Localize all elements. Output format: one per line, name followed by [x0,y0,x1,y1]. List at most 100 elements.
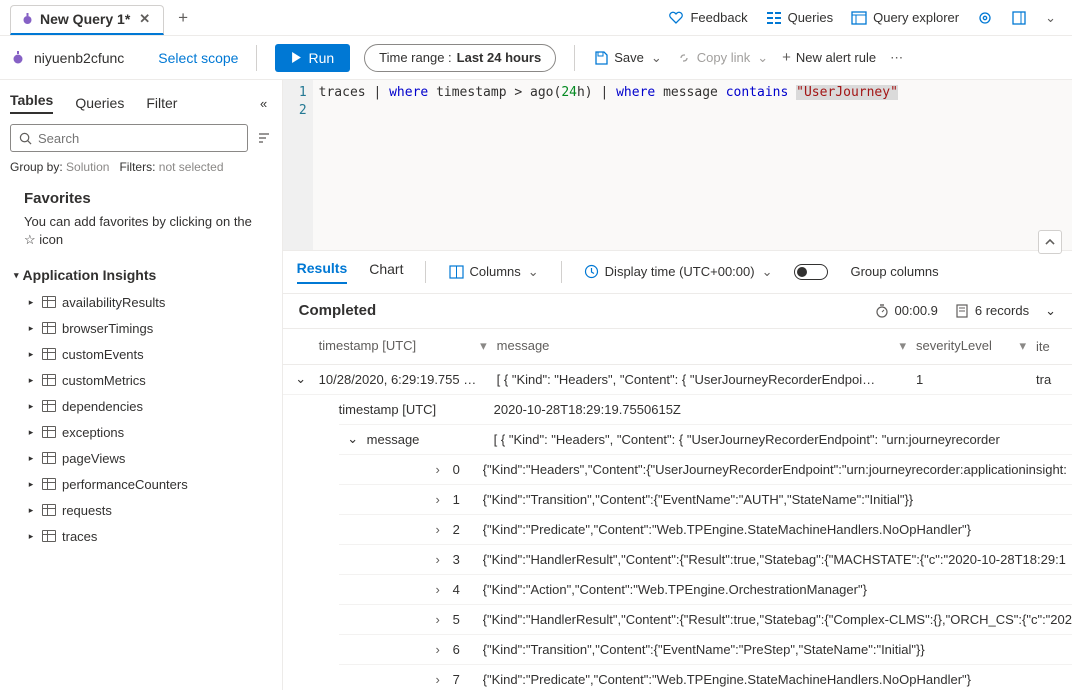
caret-right-icon: ▸ [26,375,36,386]
caret-right-icon: ▸ [26,427,36,438]
columns-icon [448,264,464,280]
tab-results[interactable]: Results [297,260,348,284]
tab-queries[interactable]: Queries [75,95,124,111]
expand-row-icon[interactable]: ⌄ [283,371,319,387]
chevron-down-icon[interactable]: ⌄ [1045,10,1056,26]
select-scope-link[interactable]: Select scope [158,50,238,66]
array-row[interactable]: ›7{"Kind":"Predicate","Content":"Web.TPE… [339,665,1072,690]
caret-right-icon[interactable]: › [423,522,453,537]
tree-item-requests[interactable]: ▸requests [26,497,272,523]
run-button[interactable]: Run [275,44,350,72]
new-tab-button[interactable]: + [178,8,188,28]
tab-chart[interactable]: Chart [369,261,403,283]
query-tab[interactable]: New Query 1* ✕ [10,5,164,35]
tree-item-customMetrics[interactable]: ▸customMetrics [26,367,272,393]
query-explorer-link[interactable]: Query explorer [851,10,959,26]
array-row[interactable]: ›4{"Kind":"Action","Content":"Web.TPEngi… [339,575,1072,605]
expand-message-icon[interactable]: ⌄ [339,431,367,447]
panel-icon[interactable] [1011,10,1027,26]
new-alert-button[interactable]: +New alert rule [782,49,876,66]
caret-right-icon: ▸ [26,453,36,464]
group-columns-toggle[interactable] [794,264,828,280]
caret-right-icon: ▸ [26,323,36,334]
heart-icon [668,10,684,26]
tree-item-dependencies[interactable]: ▸dependencies [26,393,272,419]
record-count: 6 records [954,303,1029,319]
more-icon[interactable]: ⋯ [890,50,905,66]
table-icon [42,296,56,308]
toolbar: niyuenb2cfunc Select scope Run Time rang… [0,36,1072,80]
caret-right-icon[interactable]: › [423,612,453,627]
elapsed-time: 00:00.9 [874,303,938,319]
caret-right-icon: ▸ [26,505,36,516]
feedback-link[interactable]: Feedback [668,10,747,26]
table-icon [42,348,56,360]
tree-item-availabilityResults[interactable]: ▸availabilityResults [26,289,272,315]
tab-title: New Query 1* [40,11,130,27]
save-icon [593,50,609,66]
status-bar: Completed 00:00.9 6 records ⌄ [283,293,1072,329]
query-editor[interactable]: 12 traces | where timestamp > ago(24h) |… [283,80,1072,250]
sort-icon[interactable] [256,130,272,146]
tree-item-traces[interactable]: ▸traces [26,523,272,549]
queries-link[interactable]: Queries [766,10,834,26]
search-input[interactable] [10,124,248,152]
tree-section[interactable]: ▾Application Insights [14,267,272,283]
close-icon[interactable]: ✕ [136,11,153,27]
time-range-picker[interactable]: Time range :Last 24 hours [364,44,556,72]
array-row[interactable]: ›5{"Kind":"HandlerResult","Content":{"Re… [339,605,1072,635]
scope-resource[interactable]: niyuenb2cfunc [10,50,124,66]
caret-right-icon[interactable]: › [423,642,453,657]
save-button[interactable]: Save⌄ [593,50,662,66]
sidebar: Tables Queries Filter « Group by: Soluti… [0,80,283,690]
records-icon [954,303,970,319]
caret-right-icon[interactable]: › [423,492,453,507]
collapse-sidebar-icon[interactable]: « [256,95,272,111]
appinsights-icon [21,13,34,26]
caret-right-icon[interactable]: › [423,582,453,597]
tab-filter[interactable]: Filter [146,95,177,111]
appinsights-icon [10,50,26,66]
tree-item-pageViews[interactable]: ▸pageViews [26,445,272,471]
plus-icon: + [782,49,791,66]
table-icon [42,400,56,412]
filter-icon[interactable]: ▾ [1019,338,1036,354]
main-area: 12 traces | where timestamp > ago(24h) |… [283,80,1072,690]
table-icon [42,374,56,386]
favorites-hint: You can add favorites by clicking on the… [24,213,262,249]
array-row[interactable]: ›1{"Kind":"Transition","Content":{"Event… [339,485,1072,515]
tree-item-customEvents[interactable]: ▸customEvents [26,341,272,367]
collapse-editor-button[interactable] [1038,230,1062,254]
caret-right-icon[interactable]: › [423,462,453,477]
gear-icon[interactable] [977,10,993,26]
tab-tables[interactable]: Tables [10,92,53,114]
caret-right-icon[interactable]: › [423,552,453,567]
array-row[interactable]: ›2{"Kind":"Predicate","Content":"Web.TPE… [339,515,1072,545]
table-row[interactable]: ⌄ 10/28/2020, 6:29:19.755 … [ { "Kind": … [283,365,1072,395]
array-row[interactable]: ›6{"Kind":"Transition","Content":{"Event… [339,635,1072,665]
display-time-button[interactable]: Display time (UTC+00:00)⌄ [584,264,773,280]
query-status: Completed [299,302,377,319]
explorer-icon [851,10,867,26]
caret-right-icon: ▸ [26,297,36,308]
link-icon [676,50,692,66]
caret-right-icon: ▸ [26,531,36,542]
filter-icon[interactable]: ▾ [899,338,916,354]
tree-item-browserTimings[interactable]: ▸browserTimings [26,315,272,341]
columns-button[interactable]: Columns⌄ [448,264,538,280]
expand-down-icon[interactable]: ⌄ [1045,303,1056,319]
results-grid: timestamp [UTC]▾ message▾ severityLevel▾… [283,329,1072,690]
caret-right-icon[interactable]: › [423,672,453,687]
stopwatch-icon [874,303,890,319]
clock-icon [584,264,600,280]
array-row[interactable]: ›0{"Kind":"Headers","Content":{"UserJour… [339,455,1072,485]
copy-link-button[interactable]: Copy link⌄ [676,50,768,66]
filter-icon[interactable]: ▾ [480,338,497,354]
tree-item-performanceCounters[interactable]: ▸performanceCounters [26,471,272,497]
favorites-heading: Favorites [24,190,272,207]
tree-item-exceptions[interactable]: ▸exceptions [26,419,272,445]
table-icon [42,504,56,516]
array-row[interactable]: ›3{"Kind":"HandlerResult","Content":{"Re… [339,545,1072,575]
queries-icon [766,10,782,26]
table-icon [42,322,56,334]
